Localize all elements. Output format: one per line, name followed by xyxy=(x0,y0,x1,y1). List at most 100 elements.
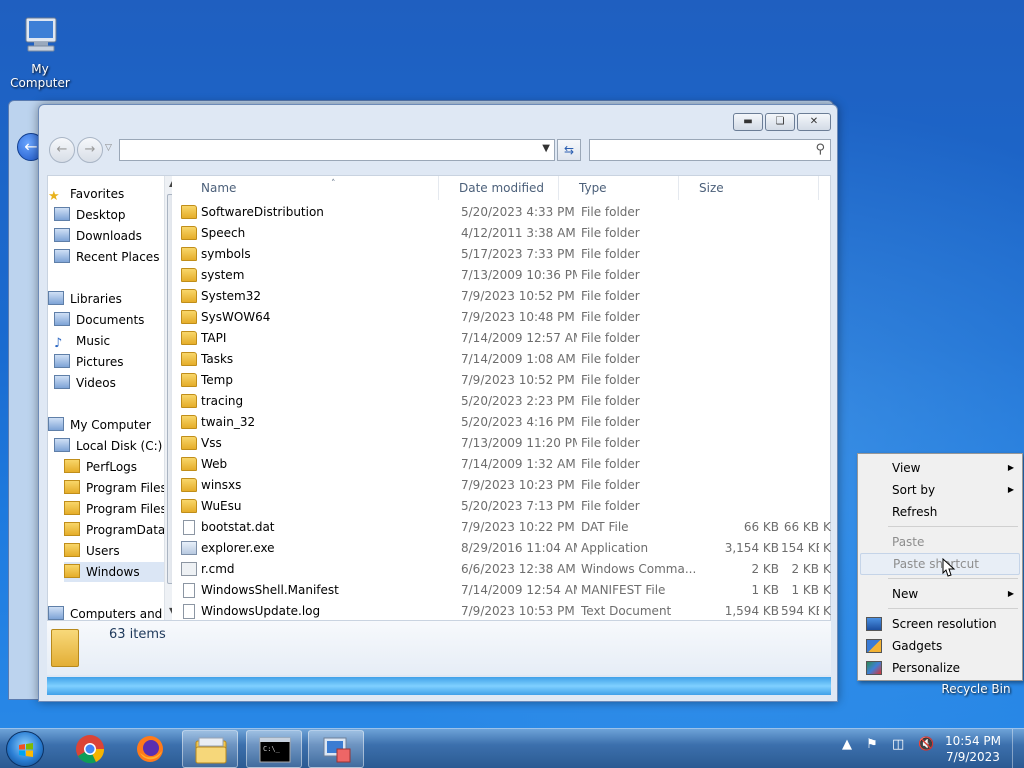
menu-item-refresh[interactable]: Refresh xyxy=(860,501,1020,523)
menu-item-gadgets[interactable]: Gadgets xyxy=(860,635,1020,657)
table-row[interactable]: Temp 7/9/2023 10:52 PM File folder xyxy=(181,370,831,391)
menu-item-paste-shortcut[interactable]: Paste shortcut xyxy=(860,553,1020,575)
menu-item-screen-resolution[interactable]: Screen resolution xyxy=(860,613,1020,635)
volume-muted-icon[interactable]: 🔇 xyxy=(918,737,934,752)
nav-item-local-disk-c[interactable]: Local Disk (C:) xyxy=(54,436,164,456)
file-type: File folder xyxy=(581,289,640,303)
action-center-flag-icon[interactable]: ⚑ xyxy=(866,737,878,752)
menu-item-personalize[interactable]: Personalize xyxy=(860,657,1020,679)
desktop-icon-recycle-bin[interactable]: Recycle Bin xyxy=(940,682,1012,696)
address-dropdown-icon[interactable]: ▼ xyxy=(542,143,550,154)
nav-item-favorites[interactable]: ★ Favorites xyxy=(48,184,164,204)
column-header-name[interactable]: Name ˄ xyxy=(181,176,439,200)
search-input[interactable]: ⚲ xyxy=(589,139,831,161)
maximize-button[interactable]: ❏ xyxy=(765,113,795,131)
nav-item-program-files[interactable]: Program Files xyxy=(64,478,167,498)
column-header-size[interactable]: Size xyxy=(679,176,819,200)
network-icon[interactable]: ◫ xyxy=(892,737,904,752)
back-button[interactable]: ← xyxy=(49,137,75,163)
forward-button[interactable]: → xyxy=(77,137,103,163)
table-row[interactable]: twain_32 5/20/2023 4:16 PM File folder xyxy=(181,412,831,433)
table-row[interactable]: WindowsShell.Manifest 7/14/2009 12:54 AM M… xyxy=(181,580,831,601)
taskbar-cmd[interactable]: C:\_ xyxy=(246,730,302,768)
file-date: 4/12/2011 3:38 AM xyxy=(461,226,576,240)
table-row[interactable]: Vss 7/13/2009 11:20 PM File folder xyxy=(181,433,831,454)
menu-item-new[interactable]: New ▶ xyxy=(860,583,1020,605)
nav-item-desktop[interactable]: Desktop xyxy=(54,205,164,225)
file-size: 66 KB xyxy=(743,520,779,534)
nav-item-documents[interactable]: Documents xyxy=(54,310,164,330)
table-row[interactable]: WuEsu 5/20/2023 7:13 PM File folder xyxy=(181,496,831,517)
start-button[interactable] xyxy=(6,731,44,767)
desktop-icon-my-computer[interactable]: My Computer xyxy=(0,8,80,90)
nav-item-libraries[interactable]: Libraries xyxy=(48,289,164,309)
table-row[interactable]: TAPI 7/14/2009 12:57 AM File folder xyxy=(181,328,831,349)
show-desktop-button[interactable] xyxy=(1012,729,1024,768)
taskbar-network-app[interactable] xyxy=(308,730,364,768)
file-type: Text Document xyxy=(581,604,672,618)
scroll-up-icon[interactable]: ▲ xyxy=(169,179,172,188)
recent-pages-dropdown[interactable]: ▽ xyxy=(105,143,112,153)
system-tray: ▲ ⚑ ◫ 🔇 xyxy=(842,737,945,761)
search-icon[interactable]: ⚲ xyxy=(815,142,825,157)
table-row[interactable]: Speech 4/12/2011 3:38 AM File folder xyxy=(181,223,831,244)
file-type: File folder xyxy=(581,478,640,492)
nav-pane-scrollbar[interactable]: ▲ ▼ xyxy=(164,176,172,620)
close-button[interactable]: ✕ xyxy=(797,113,831,131)
taskbar-firefox[interactable] xyxy=(122,730,178,768)
menu-item-sort-by[interactable]: Sort by ▶ xyxy=(860,479,1020,501)
scrollbar-thumb[interactable] xyxy=(167,194,172,584)
nav-item-my-computer[interactable]: My Computer xyxy=(48,415,164,435)
menu-item-view[interactable]: View ▶ xyxy=(860,457,1020,479)
nav-item-program-files[interactable]: Program Files ( xyxy=(64,499,172,519)
table-row[interactable]: explorer.exe 8/29/2016 11:04 AM Applicatio… xyxy=(181,538,831,559)
folder-icon xyxy=(181,478,197,492)
nav-item-videos[interactable]: Videos xyxy=(54,373,164,393)
nav-item-pictures[interactable]: Pictures xyxy=(54,352,164,372)
title-bar[interactable]: ▬ ❏ ✕ xyxy=(39,105,837,135)
file-size-secondary: 2 KB xyxy=(791,562,819,576)
explorer-window[interactable]: ▬ ❏ ✕ ← → ▽ ▼ ⇆ ⚲ ★ Favorites Desktop Downl… xyxy=(38,104,838,702)
nav-item-music[interactable]: ♪ Music xyxy=(54,331,164,351)
folder-icon xyxy=(181,247,197,261)
menu-separator xyxy=(888,578,1018,579)
table-row[interactable]: r.cmd 6/6/2023 12:38 AM Windows Comma... 2 … xyxy=(181,559,831,580)
taskbar: C:\_ ▲ ⚑ ◫ 🔇 10:54 PM 7/9/2023 xyxy=(0,728,1024,768)
clock[interactable]: 10:54 PM 7/9/2023 xyxy=(936,733,1010,765)
column-header-type[interactable]: Type xyxy=(559,176,679,200)
back-arrow-icon: ← xyxy=(56,142,68,157)
table-row[interactable]: Web 7/14/2009 1:32 AM File folder xyxy=(181,454,831,475)
minimize-button[interactable]: ▬ xyxy=(733,113,763,131)
nav-item-users[interactable]: Users xyxy=(64,541,164,561)
table-row[interactable]: SoftwareDistribution 5/20/2023 4:33 PM Fil… xyxy=(181,202,831,223)
table-row[interactable]: System32 7/9/2023 10:52 PM File folder xyxy=(181,286,831,307)
show-hidden-icons-icon[interactable]: ▲ xyxy=(842,737,852,752)
file-size-secondary: 154 KB xyxy=(781,541,819,555)
table-row[interactable]: tracing 5/20/2023 2:23 PM File folder xyxy=(181,391,831,412)
table-row[interactable]: Tasks 7/14/2009 1:08 AM File folder xyxy=(181,349,831,370)
taskbar-chrome[interactable] xyxy=(62,730,118,768)
table-row[interactable]: winsxs 7/9/2023 10:23 PM File folder xyxy=(181,475,831,496)
file-size-secondary: 66 KB xyxy=(783,520,819,534)
file-type: Application xyxy=(581,541,649,555)
nav-item-computers-and-de[interactable]: Computers and De xyxy=(48,604,172,620)
column-header-date[interactable]: Date modified xyxy=(439,176,559,200)
table-row[interactable]: symbols 5/17/2023 7:33 PM File folder xyxy=(181,244,831,265)
nav-item-windows[interactable]: Windows xyxy=(64,562,164,582)
scroll-down-icon[interactable]: ▼ xyxy=(169,606,172,615)
minimize-icon: ▬ xyxy=(743,116,753,127)
refresh-button[interactable]: ⇆ xyxy=(557,139,581,161)
nav-item-recent-places[interactable]: Recent Places xyxy=(54,247,164,267)
nav-item-downloads[interactable]: Downloads xyxy=(54,226,164,246)
table-row[interactable]: SysWOW64 7/9/2023 10:48 PM File folder xyxy=(181,307,831,328)
nav-item-programdata[interactable]: ProgramData xyxy=(64,520,165,540)
file-name: WindowsUpdate.log xyxy=(201,604,321,618)
mouse-cursor-icon xyxy=(942,558,956,577)
address-bar[interactable]: ▼ xyxy=(119,139,555,161)
nav-item-perflogs[interactable]: PerfLogs xyxy=(64,457,164,477)
taskbar-explorer[interactable] xyxy=(182,730,238,768)
table-row[interactable]: bootstat.dat 7/9/2023 10:22 PM DAT File 66 … xyxy=(181,517,831,538)
table-row[interactable]: WindowsUpdate.log 7/9/2023 10:53 PM Text D… xyxy=(181,601,831,620)
table-row[interactable]: system 7/13/2009 10:36 PM File folder xyxy=(181,265,831,286)
menu-item-paste[interactable]: Paste xyxy=(860,531,1020,553)
